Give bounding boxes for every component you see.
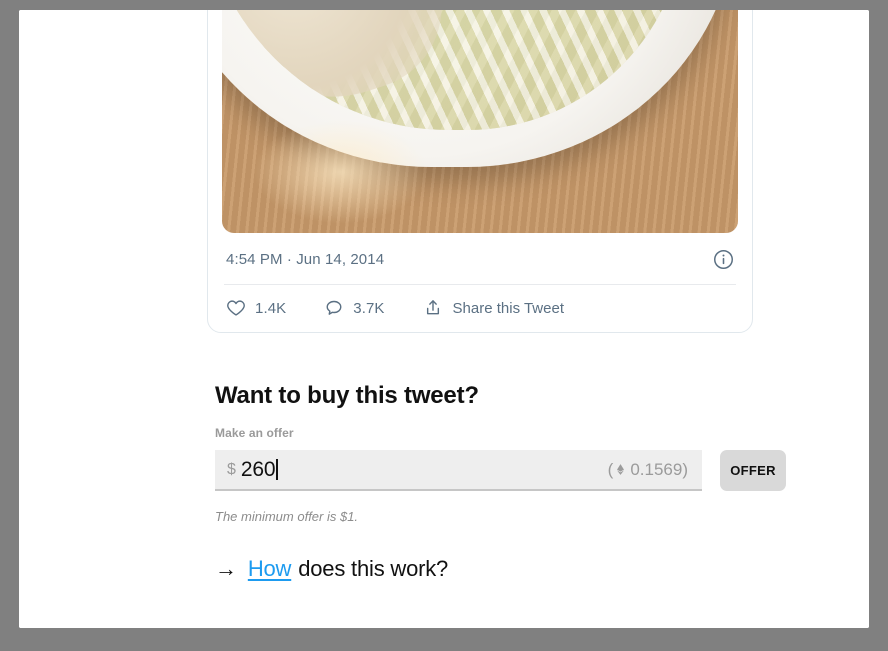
heart-icon: [226, 298, 246, 318]
ethereum-diamond-icon: [617, 463, 625, 475]
how-rest-text: does this work?: [298, 556, 449, 581]
photo-highlight-layer: [252, 120, 429, 224]
browser-viewport: 4:54 PM · Jun 14, 2014 1.4K 3.7K Share t…: [19, 10, 869, 628]
currency-symbol: $: [227, 460, 236, 478]
eth-open-paren: (: [607, 459, 614, 479]
tweet-photo[interactable]: [222, 10, 738, 233]
device-frame: 4:54 PM · Jun 14, 2014 1.4K 3.7K Share t…: [0, 0, 888, 651]
buy-tweet-section: Want to buy this tweet? Make an offer $ …: [215, 382, 815, 582]
embedded-tweet-card[interactable]: 4:54 PM · Jun 14, 2014 1.4K 3.7K Share t…: [207, 10, 753, 333]
right-arrow-icon: →: [215, 556, 237, 581]
like-action[interactable]: 1.4K: [226, 298, 286, 318]
text-caret: [276, 459, 278, 480]
frame-corner-bottom-left: [12, 634, 26, 648]
reply-count: 3.7K: [353, 299, 385, 317]
tweet-actions-row: 1.4K 3.7K Share this Tweet: [208, 285, 752, 332]
info-circle-icon[interactable]: [713, 249, 734, 270]
reply-action[interactable]: 3.7K: [324, 298, 384, 318]
photo-bean-sprouts-layer: [222, 10, 687, 130]
tweet-meta-row: 4:54 PM · Jun 14, 2014: [208, 233, 752, 284]
share-action[interactable]: Share this Tweet: [423, 298, 564, 318]
share-label: Share this Tweet: [452, 299, 564, 317]
make-an-offer-label: Make an offer: [215, 426, 294, 440]
page-content: 4:54 PM · Jun 14, 2014 1.4K 3.7K Share t…: [19, 10, 869, 628]
share-upload-icon: [423, 298, 443, 318]
page-title: Want to buy this tweet?: [215, 382, 479, 409]
offer-button[interactable]: OFFER: [720, 450, 786, 491]
like-count: 1.4K: [255, 299, 287, 317]
offer-amount-value: 260: [240, 457, 276, 481]
tweet-timestamp[interactable]: 4:54 PM · Jun 14, 2014: [226, 251, 384, 268]
offer-input-row: $ 260 (0.1569) OFFER: [215, 450, 815, 491]
eth-close-paren: ): [682, 459, 688, 479]
reply-icon: [324, 298, 344, 318]
frame-corner-bottom-right: [862, 634, 876, 648]
eth-amount: 0.1569: [630, 459, 683, 479]
how-does-this-work-row: → How does this work?: [215, 556, 815, 582]
eth-equivalent: (0.1569): [608, 460, 688, 480]
how-link[interactable]: How: [248, 556, 292, 582]
minimum-offer-note: The minimum offer is $1.: [215, 509, 359, 524]
offer-amount-input[interactable]: $ 260 (0.1569): [215, 450, 702, 491]
